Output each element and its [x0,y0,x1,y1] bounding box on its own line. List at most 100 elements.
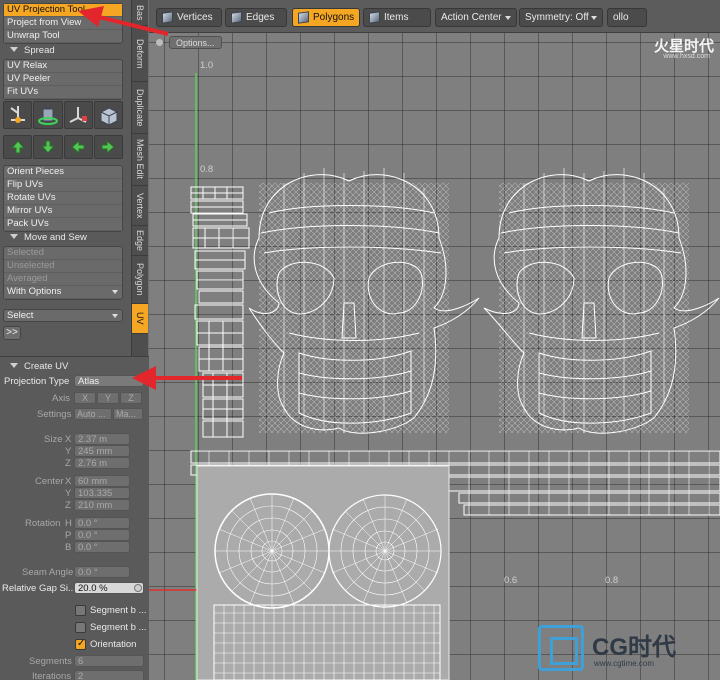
center-y-axis-letter: Y [65,488,72,499]
uv-relax-button[interactable]: UV Relax [4,60,122,73]
cgtime-logo-icon [538,625,584,671]
rotation-b-axis-letter: B [65,542,72,553]
iterations-field[interactable]: 2 [74,670,144,680]
flip-uvs-button[interactable]: Flip UVs [4,179,122,192]
center-x-field[interactable]: 60 mm [74,475,130,487]
unwrap-tool-button[interactable]: Unwrap Tool [4,30,122,43]
uv-peeler-button[interactable]: UV Peeler [4,73,122,86]
tool-panel: UV Projection Tool Project from View Unw… [0,0,131,356]
polygons-mode-button[interactable]: Polygons [292,8,360,27]
spread-tool-list: UV Relax UV Peeler Fit UVs [3,59,123,100]
orientation-label: Orientation [90,639,137,650]
projection-tool-list: UV Projection Tool Project from View Unw… [3,3,123,44]
uv-viewport[interactable]: Options... 火星时代 www.hxsd.com 1.0 0.8 0.6… [149,33,720,680]
collapse-triangle-icon [10,47,18,52]
project-from-view-button[interactable]: Project from View [4,17,122,30]
mirror-uvs-button[interactable]: Mirror UVs [4,205,122,218]
chevron-down-icon [112,314,118,318]
tab-edge[interactable]: Edge [132,226,148,256]
edges-mode-button[interactable]: Edges [225,8,287,27]
sew-with-options-dropdown[interactable]: With Options [4,286,122,299]
tab-duplicate[interactable]: Duplicate [132,82,148,134]
center-z-field[interactable]: 210 mm [74,499,130,511]
tab-polygon[interactable]: Polygon [132,256,148,304]
projection-type-dropdown[interactable]: Atlas [74,375,144,387]
projection-type-label: Projection Type [4,376,70,387]
sew-selected-button[interactable]: Selected [4,247,122,260]
settings-manual-button[interactable]: Ma... [113,408,143,420]
circular-cap-uv-island-1 [214,493,330,609]
axis-z-button[interactable]: Z [120,392,142,404]
tab-deform[interactable]: Deform [132,26,148,82]
move-up-button[interactable] [3,135,33,159]
tool-category-tabs: Bas Deform Duplicate Mesh Edit Vertex Ed… [131,0,148,356]
move-down-button[interactable] [33,135,63,159]
seam-angle-label: Seam Angle [22,567,74,578]
uv-scale-button[interactable] [63,101,93,129]
relative-gap-slider-knob[interactable] [134,584,142,592]
segment-by-checkbox-2[interactable] [75,622,86,633]
uv-transform-button[interactable] [3,101,33,129]
center-x-axis-letter: X [65,476,72,487]
segments-field[interactable]: 6 [74,655,144,667]
tab-vertex[interactable]: Vertex [132,186,148,226]
orientation-checkbox[interactable] [75,638,86,650]
orient-tool-list: Orient Pieces Flip UVs Rotate UVs Mirror… [3,165,123,232]
create-uv-header[interactable]: Create UV [3,361,125,373]
uv-box-icon [100,107,118,126]
sew-unselected-button[interactable]: Unselected [4,260,122,273]
tab-uv[interactable]: UV [132,304,148,334]
more-tools-button[interactable]: >> [3,326,21,340]
fit-uvs-button[interactable]: Fit UVs [4,86,122,99]
uv-strip-column [190,186,250,438]
rotation-p-field[interactable]: 0.0 ° [74,529,130,541]
polygons-cube-icon [298,11,309,24]
move-and-sew-section-header[interactable]: Move and Sew [3,232,125,244]
rotation-h-field[interactable]: 0.0 ° [74,517,130,529]
seam-angle-field[interactable]: 0.0 ° [74,566,130,578]
uv-rotate-button[interactable] [33,101,63,129]
size-label: Size [44,434,63,445]
tab-basic[interactable]: Bas [132,0,148,26]
collapse-triangle-icon [10,363,18,368]
uv-rotate-icon [37,108,58,125]
circular-cap-uv-island-2 [328,494,442,608]
select-dropdown[interactable]: Select [3,309,123,322]
relative-gap-label: Relative Gap Si... [2,583,76,594]
segments-label: Segments [29,656,72,667]
rotation-b-field[interactable]: 0.0 ° [74,541,130,553]
size-y-field[interactable]: 245 mm [74,445,130,457]
create-uv-properties: Create UV Projection Type Atlas Axis X Y… [0,356,149,680]
segment-by-checkbox-1[interactable] [75,605,86,616]
axis-x-button[interactable]: X [74,392,96,404]
size-x-axis-letter: X [65,434,72,445]
vertices-mode-button[interactable]: Vertices [156,8,222,27]
size-z-axis-letter: Z [65,458,71,469]
settings-auto-button[interactable]: Auto ... [74,408,112,420]
rotate-uvs-button[interactable]: Rotate UVs [4,192,122,205]
items-mode-button[interactable]: Items [363,8,431,27]
center-y-field[interactable]: 103.335 [74,487,130,499]
axis-label: Axis [52,393,70,404]
falloff-dropdown[interactable]: ollo [607,8,647,27]
move-left-button[interactable] [63,135,93,159]
uv-box-button[interactable] [93,101,123,129]
edges-cube-icon [231,11,242,24]
uv-wireframe [149,73,720,680]
arrow-right-icon [101,139,116,155]
arrow-down-icon [40,140,55,154]
tab-mesh-edit[interactable]: Mesh Edit [132,134,148,186]
orient-pieces-button[interactable]: Orient Pieces [4,166,122,179]
size-z-field[interactable]: 2.76 m [74,457,130,469]
uv-projection-tool-button[interactable]: UV Projection Tool [4,4,122,17]
symmetry-dropdown[interactable]: Symmetry: Off [519,8,603,27]
sew-averaged-button[interactable]: Averaged [4,273,122,286]
axis-y-button[interactable]: Y [97,392,119,404]
spread-section-header[interactable]: Spread [3,45,125,57]
action-center-dropdown[interactable]: Action Center [435,8,517,27]
chevron-down-icon [591,16,597,20]
pack-uvs-button[interactable]: Pack UVs [4,218,122,231]
move-right-button[interactable] [93,135,123,159]
chevron-down-icon [505,16,511,20]
size-x-field[interactable]: 2.37 m [74,433,130,445]
